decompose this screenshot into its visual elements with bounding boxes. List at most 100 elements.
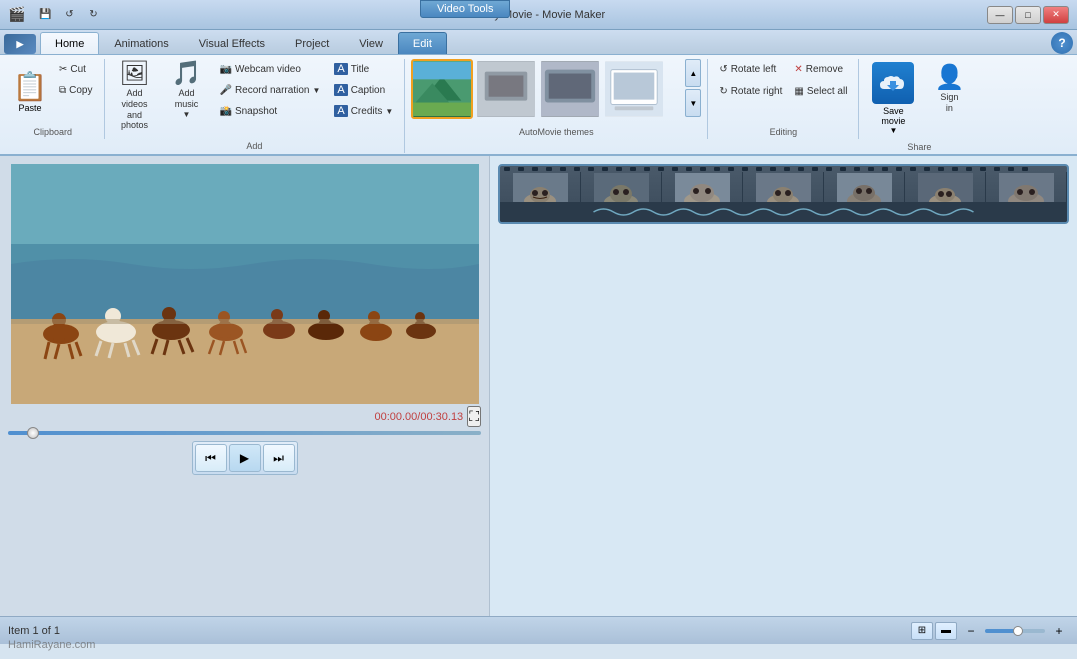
watermark: HamiRayane.com [8,639,95,651]
timeline-view-button[interactable]: ▬ [935,622,957,640]
film-hole [574,167,580,171]
tab-edit[interactable]: Edit [398,32,447,54]
film-hole [868,167,874,171]
close-button[interactable]: ✕ [1043,6,1069,24]
save-movie-icon [872,62,914,104]
theme-scroll-down[interactable]: ▼ [685,89,701,117]
select-all-icon: ▦ [794,86,803,97]
caption-label: Caption [351,85,385,96]
status-item-info: Item 1 of 1 [8,625,60,637]
add-videos-button[interactable]: 🖼 Add videos and photos [111,59,159,134]
zoom-out-button[interactable]: − [961,622,981,640]
film-hole [798,167,804,171]
storyboard-view-button[interactable]: ⊞ [911,622,933,640]
help-button[interactable]: ? [1051,32,1073,54]
minimize-button[interactable]: — [987,6,1013,24]
tab-project[interactable]: Project [280,32,344,54]
seek-knob[interactable] [27,427,39,439]
cut-copy-column: ✂ Cut ⧉ Copy [54,59,98,123]
rewind-button[interactable]: ⏮ [195,444,227,472]
rotate-right-label: Rotate right [731,86,783,97]
timeline-controls: 00:00.00/00:30.13 ⛶ [8,404,481,429]
save-movie-label: Save movie [881,106,905,126]
paste-button[interactable]: 📋 Paste [8,59,52,123]
rotate-left-button[interactable]: ↺ Rotate left [714,59,787,79]
title-button[interactable]: A Title [329,59,398,79]
copy-label: Copy [69,85,92,96]
film-hole [770,167,776,171]
film-hole [1008,167,1014,171]
snapshot-label: Snapshot [235,106,277,117]
editing-label: Editing [708,127,858,137]
maximize-button[interactable]: □ [1015,6,1041,24]
select-all-button[interactable]: ▦ Select all [789,81,852,101]
save-movie-button[interactable]: Save movie ▼ [865,59,921,138]
play-controls-group: ⏮ ▶ ⏭ [192,441,298,475]
credits-icon: A [334,105,347,117]
film-hole [588,167,594,171]
webcam-button[interactable]: 📷 Webcam video [215,59,326,79]
remove-label: Remove [806,64,843,75]
tab-animations[interactable]: Animations [99,32,183,54]
zoom-knob[interactable] [1013,626,1023,636]
remove-button[interactable]: ✕ Remove [789,59,852,79]
film-hole [644,167,650,171]
credits-label: Credits [351,106,383,117]
play-button[interactable]: ▶ [229,444,261,472]
theme-strip [411,59,681,119]
theme-gray2[interactable] [539,59,601,119]
save-quick-btn[interactable]: 💾 [35,6,55,24]
sign-in-button[interactable]: 👤 Sign in [925,59,973,121]
film-strip[interactable] [498,164,1069,224]
ribbon: ▶ Home Animations Visual Effects Project… [0,30,1077,156]
rotate-right-button[interactable]: ↻ Rotate right [714,81,787,101]
video-preview-pane: 00:00.00/00:30.13 ⛶ ⏮ ▶ ⏭ [0,156,490,616]
record-narration-button[interactable]: 🎤 Record narration ▼ [215,80,326,100]
theme-photo[interactable] [603,59,665,119]
seek-bar[interactable] [8,431,481,435]
cut-label: Cut [70,64,86,75]
film-hole [1022,167,1028,171]
credits-button[interactable]: A Credits ▼ [329,101,398,121]
film-hole [728,167,734,171]
film-hole [784,167,790,171]
film-hole [924,167,930,171]
redo-btn[interactable]: ↻ [83,6,103,24]
file-menu-button[interactable]: ▶ [4,34,36,54]
theme-gray[interactable] [475,59,537,119]
media-options-column: 📷 Webcam video 🎤 Record narration ▼ 📸 Sn… [215,59,326,137]
film-hole [966,167,972,171]
film-hole [686,167,692,171]
film-hole [504,167,510,171]
add-label: Add [105,141,405,151]
film-hole [518,167,524,171]
remove-icon: ✕ [794,64,802,75]
timeline-pane [490,156,1077,616]
cut-button[interactable]: ✂ Cut [54,59,98,79]
film-hole [672,167,678,171]
tab-visual-effects[interactable]: Visual Effects [184,32,280,54]
add-music-dropdown-icon: ▼ [183,110,191,119]
zoom-in-button[interactable]: + [1049,622,1069,640]
caption-button[interactable]: A Caption [329,80,398,100]
undo-btn[interactable]: ↺ [59,6,79,24]
zoom-slider[interactable] [985,629,1045,633]
paste-icon: 📋 [13,70,48,103]
copy-button[interactable]: ⧉ Copy [54,80,98,100]
window-controls: — □ ✕ [987,6,1069,24]
next-frame-button[interactable]: ⏭ [263,444,295,472]
sign-in-icon: 👤 [934,66,964,90]
clipboard-label: Clipboard [2,127,104,137]
select-all-label: Select all [807,86,848,97]
add-music-button[interactable]: 🎵 Add music ▼ [163,59,211,122]
video-preview [11,164,479,404]
theme-landscape[interactable] [411,59,473,119]
tab-home[interactable]: Home [40,32,99,54]
snapshot-button[interactable]: 📸 Snapshot [215,101,326,121]
theme-scroll-up[interactable]: ▲ [685,59,701,87]
tab-view[interactable]: View [344,32,398,54]
time-total: 00:30.13 [420,411,463,423]
editing-group: ↺ Rotate left ↻ Rotate right ✕ Remove ▦ [708,59,859,139]
paste-label: Paste [18,103,41,113]
fullscreen-button[interactable]: ⛶ [467,406,481,427]
